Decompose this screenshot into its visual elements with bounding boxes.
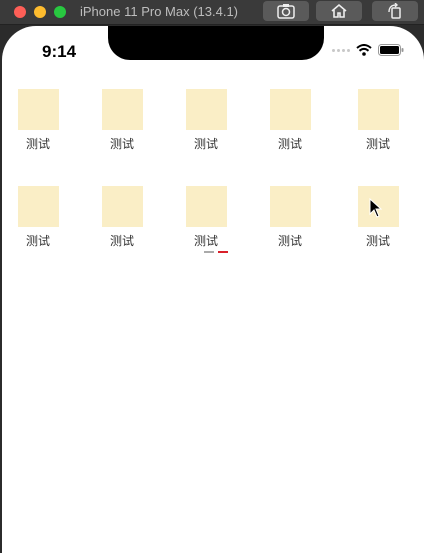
item-label: 测试: [277, 234, 302, 248]
item-icon-tile: [185, 186, 227, 227]
simulator-titlebar: iPhone 11 Pro Max (13.4.1): [0, 0, 424, 25]
close-window-button[interactable]: [14, 6, 26, 18]
status-time: 9:14: [42, 42, 77, 61]
rotate-button[interactable]: [372, 1, 418, 21]
notch: [108, 26, 324, 60]
wifi-icon: [356, 44, 372, 56]
item-icon-tile: [357, 89, 399, 130]
item-icon-tile: [269, 186, 311, 227]
home-button[interactable]: [316, 1, 362, 21]
item-label: 测试: [109, 234, 134, 248]
maximize-window-button[interactable]: [54, 6, 66, 18]
grid-item[interactable]: 测试: [92, 186, 152, 248]
mouse-cursor-icon: [369, 198, 383, 218]
grid-item[interactable]: 测试: [8, 186, 68, 248]
item-label: 测试: [193, 234, 218, 248]
page-indicator-inactive[interactable]: [204, 251, 214, 253]
grid-item[interactable]: 测试: [260, 89, 320, 151]
item-icon-tile: [17, 89, 59, 130]
item-icon-tile: [101, 186, 143, 227]
status-indicators: [332, 44, 404, 56]
signal-icon: [332, 48, 350, 52]
grid-item[interactable]: 测试: [176, 89, 236, 151]
item-label: 测试: [25, 234, 50, 248]
item-label: 测试: [25, 137, 50, 151]
window-title: iPhone 11 Pro Max (13.4.1): [80, 4, 239, 19]
grid-item[interactable]: 测试: [176, 186, 236, 248]
page-indicator-active[interactable]: [218, 251, 228, 253]
item-label: 测试: [365, 137, 390, 151]
battery-icon: [378, 44, 404, 56]
grid-item[interactable]: 测试: [260, 186, 320, 248]
minimize-window-button[interactable]: [34, 6, 46, 18]
device-screen: 9:14 测试 测试 测试 测试 测试 测试 测试 测试 测试 测试: [2, 26, 424, 553]
item-icon-tile: [101, 89, 143, 130]
item-icon-tile: [185, 89, 227, 130]
screenshot-button[interactable]: [263, 1, 309, 21]
grid-item[interactable]: 测试: [8, 89, 68, 151]
grid-item[interactable]: 测试: [92, 89, 152, 151]
item-label: 测试: [193, 137, 218, 151]
rotate-icon: [388, 3, 401, 19]
item-label: 测试: [277, 137, 302, 151]
item-icon-tile: [17, 186, 59, 227]
home-icon: [331, 3, 347, 18]
item-label: 测试: [109, 137, 134, 151]
grid-item[interactable]: 测试: [348, 89, 408, 151]
item-label: 测试: [365, 234, 390, 248]
camera-icon: [277, 4, 295, 19]
item-icon-tile: [269, 89, 311, 130]
